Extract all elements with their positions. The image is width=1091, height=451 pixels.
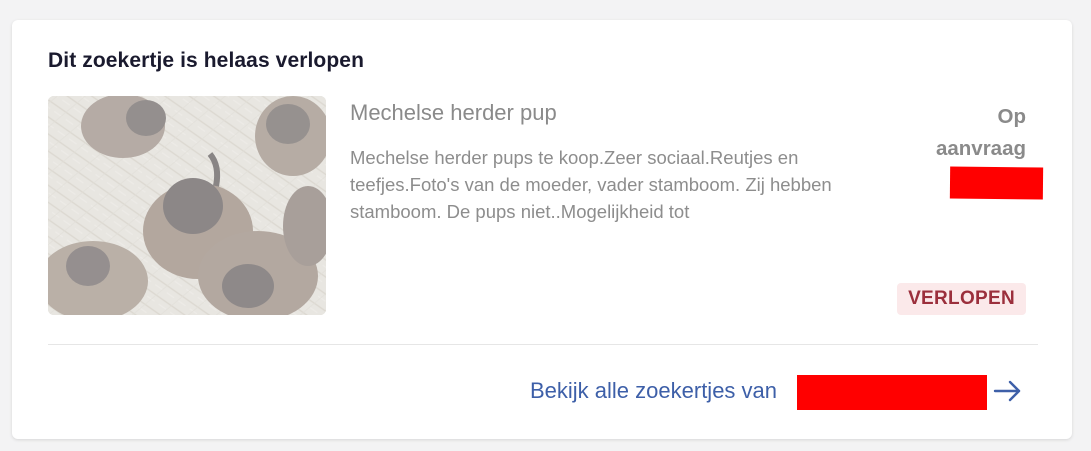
listing-title[interactable]: Mechelse herder pup bbox=[350, 100, 557, 126]
listing-description: Mechelse herder pups te koop.Zeer sociaa… bbox=[350, 147, 832, 222]
redacted-seller-name bbox=[949, 166, 1044, 200]
price-line-2: aanvraag bbox=[935, 137, 1026, 160]
arrow-right-icon[interactable] bbox=[990, 376, 1024, 406]
card-title: Dit zoekertje is helaas verlopen bbox=[48, 49, 364, 72]
listing-thumbnail[interactable] bbox=[48, 96, 326, 315]
listing-item[interactable]: Mechelse herder pup Mechelse herder pups… bbox=[48, 96, 1044, 316]
redacted-seller-link-name bbox=[797, 375, 987, 410]
puppies-photo bbox=[48, 96, 326, 315]
listing-price: Op aanvraag bbox=[906, 101, 1026, 165]
status-badge: VERLOPEN bbox=[897, 283, 1026, 315]
price-line-1: Op bbox=[997, 105, 1026, 128]
expired-listing-card: Dit zoekertje is helaas verlopen Mechels… bbox=[12, 20, 1072, 439]
view-all-listings-link[interactable]: Bekijk alle zoekertjes van bbox=[530, 376, 777, 406]
divider bbox=[48, 344, 1038, 345]
